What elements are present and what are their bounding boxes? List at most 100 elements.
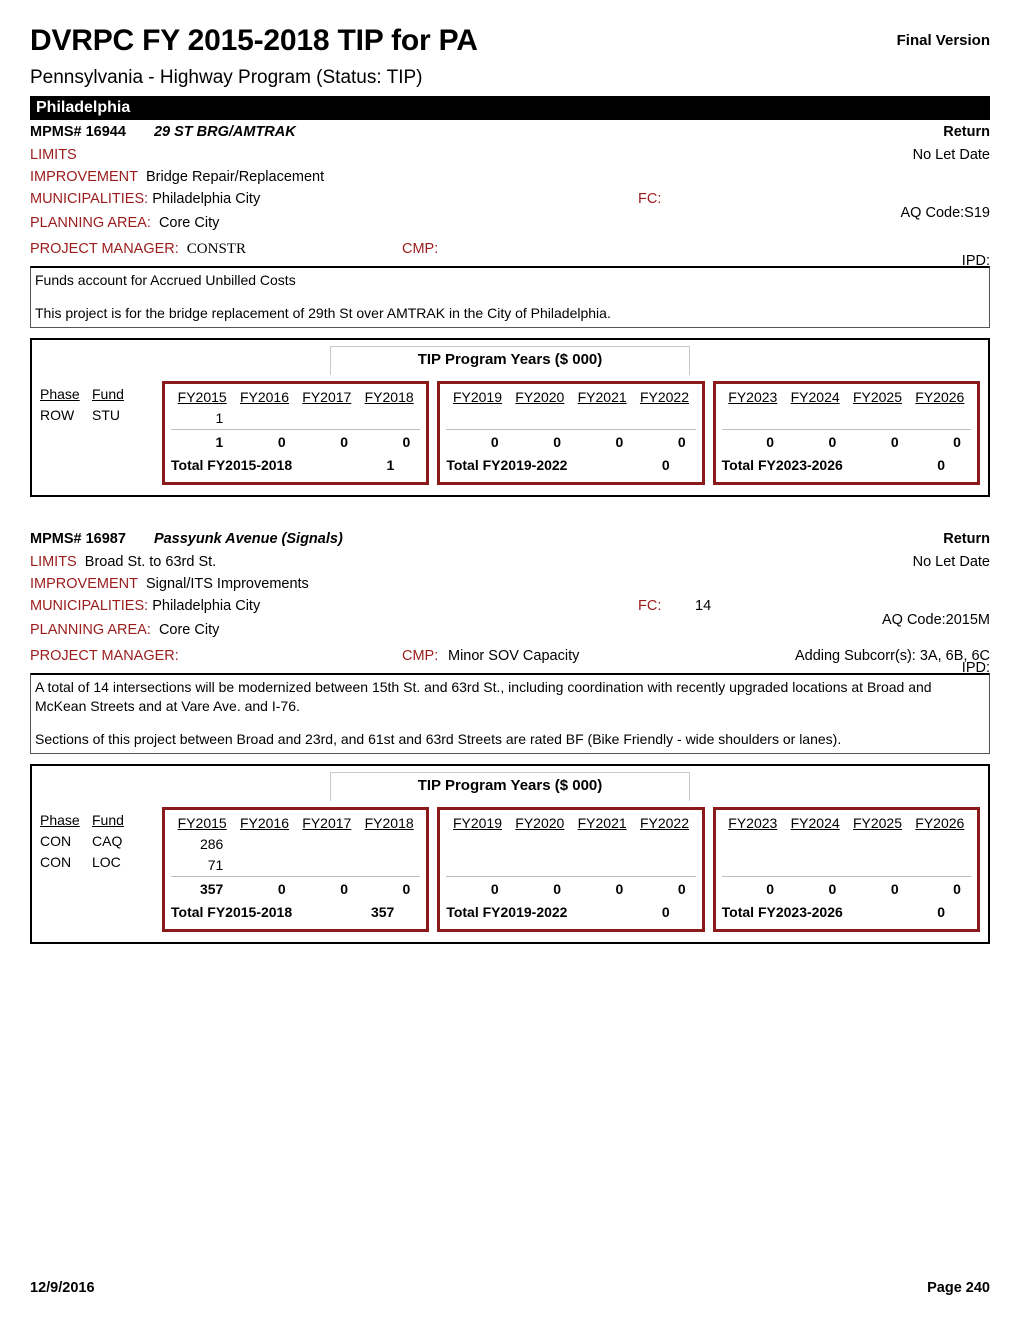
year-amount-cell — [358, 408, 420, 429]
tip-table-grid: Phase Fund CON CAQ CON LOC FY2015 FY2016 FY2017 F… — [40, 807, 980, 932]
projects-container: MPMS# 16944 29 ST BRG/AMTRAK Return LIMITS … — [0, 120, 1020, 944]
year-amount-cell — [909, 855, 971, 876]
year-total-value: 0 — [937, 457, 945, 473]
cmp-label: CMP: — [402, 241, 439, 257]
year-subtotal-cell: 0 — [402, 434, 411, 450]
year-amount-cell — [446, 855, 508, 876]
year-subtotal-cell: 0 — [402, 881, 411, 897]
footer-date: 12/9/2016 — [30, 1280, 95, 1296]
year-amount-row — [722, 834, 971, 855]
year-column-header: FY2015 — [177, 815, 227, 831]
year-total-label: Total FY2015-2018 — [171, 904, 293, 920]
year-subtotal-cell: 0 — [490, 881, 499, 897]
year-total-value: 0 — [661, 457, 670, 473]
project-manager-row: PROJECT MANAGER: CMP: Minor SOV Capacity Ad… — [30, 645, 990, 671]
project-header-row: MPMS# 16944 29 ST BRG/AMTRAK Return — [30, 120, 990, 144]
year-column-header: FY2022 — [639, 389, 689, 405]
year-subtotal-cell: 0 — [277, 434, 286, 450]
description-line: A total of 14 intersections will be mode… — [35, 679, 932, 714]
year-amount-cell — [233, 855, 295, 876]
year-amount-row: 286 — [171, 834, 420, 855]
year-subtotal-cell: 0 — [553, 434, 561, 450]
year-group-panel-2: FY2019 FY2020 FY2021 FY2022 0 0 0 0 Total FY201… — [437, 381, 705, 485]
description-line: Sections of this project between Broad a… — [35, 731, 842, 747]
return-link[interactable]: Return — [943, 527, 990, 551]
phase-column-header: Phase — [40, 386, 80, 402]
year-group-panel-1: FY2015 FY2016 FY2017 FY2018 1 1 0 0 0 Total FY20… — [162, 381, 430, 485]
year-column-header: FY2016 — [239, 389, 290, 405]
year-amount-cell: 286 — [199, 836, 224, 852]
year-column-header: FY2017 — [302, 815, 352, 831]
year-total-value: 357 — [370, 904, 395, 920]
year-column-header: FY2021 — [577, 815, 627, 831]
year-subtotal-cell: 1 — [215, 434, 224, 450]
phase-fund-header: Phase Fund — [40, 384, 162, 405]
year-amount-row — [446, 855, 695, 876]
cmp-label: CMP: — [402, 648, 439, 664]
year-group-panel-1: FY2015 FY2016 FY2017 FY2018 286 71 357 0 0 0 Tot… — [162, 807, 430, 932]
year-total-value: 0 — [661, 904, 670, 920]
project-title: 29 ST BRG/AMTRAK — [153, 124, 296, 140]
tip-table-title: TIP Program Years ($ 000) — [330, 772, 690, 801]
page-footer: 12/9/2016 Page 240 — [30, 1280, 990, 1296]
year-amount-row — [446, 408, 695, 429]
year-amount-cell — [571, 855, 633, 876]
year-subtotal-cell: 0 — [615, 434, 624, 450]
year-amount-cell — [784, 834, 846, 855]
planning-area-row: PLANNING AREA: Core City IPD: — [30, 619, 990, 676]
year-header-row: FY2015 FY2016 FY2017 FY2018 — [171, 813, 420, 834]
year-column-header: FY2019 — [452, 389, 503, 405]
fc-value: 14 — [695, 598, 712, 614]
year-amount-cell — [846, 408, 908, 429]
return-link[interactable]: Return — [943, 120, 990, 144]
mpms-label: MPMS# — [30, 531, 82, 547]
year-amount-cell — [446, 408, 508, 429]
improvement-row: IMPROVEMENT Signal/ITS Improvements — [30, 573, 990, 595]
project-manager-value: CONSTR — [186, 241, 246, 257]
improvement-value: Signal/ITS Improvements — [146, 576, 309, 592]
municipalities-row: MUNICIPALITIES: Philadelphia City FC: AQ C… — [30, 188, 990, 221]
year-subtotal-cell: 0 — [340, 881, 348, 897]
year-column-header: FY2023 — [728, 815, 778, 831]
year-amount-row — [722, 855, 971, 876]
year-amount-cell — [633, 855, 695, 876]
year-column-header: FY2016 — [239, 815, 290, 831]
version-badge: Final Version — [896, 32, 990, 49]
let-date: No Let Date — [912, 554, 990, 570]
page-subtitle: Pennsylvania - Highway Program (Status: … — [30, 67, 423, 88]
footer-page-number: Page 240 — [927, 1280, 990, 1296]
total-spacer — [40, 447, 162, 468]
year-amount-cell — [784, 855, 846, 876]
document-header: DVRPC FY 2015-2018 TIP for PA Final Vers… — [0, 0, 1020, 90]
year-subtotal-cell: 0 — [953, 881, 961, 897]
year-column-header: FY2018 — [364, 815, 414, 831]
mpms-number: 16987 — [85, 531, 126, 547]
year-amount-cell — [233, 408, 295, 429]
limits-row: LIMITS Broad St. to 63rd St. No Let Date — [30, 551, 990, 573]
year-column-header: FY2021 — [577, 389, 627, 405]
year-amount-cell — [509, 834, 571, 855]
year-total-row: Total FY2019-2022 0 — [446, 453, 695, 477]
year-amount-row: 1 — [171, 408, 420, 429]
description-line: This project is for the bridge replaceme… — [35, 305, 611, 321]
year-amount-cell — [722, 408, 784, 429]
year-column-header: FY2022 — [639, 815, 689, 831]
tip-table-title: TIP Program Years ($ 000) — [330, 346, 690, 375]
year-amount-cell — [909, 834, 971, 855]
fc-label: FC: — [638, 598, 662, 614]
municipalities-value: Philadelphia City — [152, 598, 261, 614]
year-subtotal-cell: 0 — [615, 881, 624, 897]
year-total-row: Total FY2023-2026 0 — [722, 453, 971, 477]
subtotal-spacer — [40, 873, 162, 894]
improvement-row: IMPROVEMENT Bridge Repair/Replacement — [30, 166, 990, 188]
limits-row: LIMITS No Let Date — [30, 144, 990, 166]
year-amount-cell — [846, 855, 908, 876]
year-group-panel-3: FY2023 FY2024 FY2025 FY2026 0 0 0 0 Total FY202… — [712, 807, 980, 932]
year-amount-cell — [633, 834, 695, 855]
year-column-header: FY2025 — [852, 389, 902, 405]
year-amount-cell — [296, 855, 358, 876]
year-column-header: FY2020 — [515, 389, 565, 405]
year-subtotal-row: 0 0 0 0 — [721, 429, 971, 453]
year-amount-cell — [571, 834, 633, 855]
phase-value: CON — [40, 833, 72, 849]
